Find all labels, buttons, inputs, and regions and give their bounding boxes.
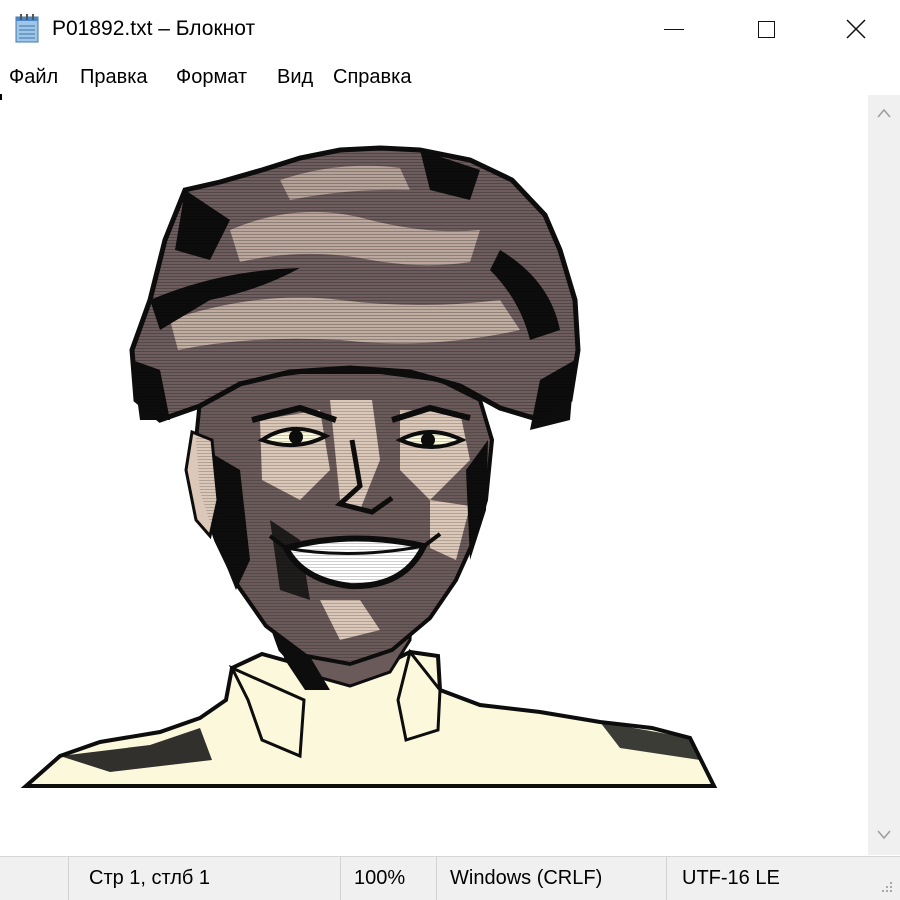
portrait-artwork bbox=[20, 145, 718, 788]
status-encoding: UTF-16 LE bbox=[682, 867, 780, 889]
minimize-icon bbox=[664, 28, 684, 30]
vertical-scrollbar[interactable] bbox=[868, 95, 900, 855]
chevron-up-icon[interactable] bbox=[876, 107, 892, 119]
resize-grip-icon[interactable] bbox=[876, 880, 894, 896]
menu-bar: Файл Правка Формат Вид Справка bbox=[0, 60, 900, 94]
text-caret bbox=[0, 94, 2, 100]
status-separator bbox=[68, 857, 69, 900]
status-line-endings: Windows (CRLF) bbox=[450, 867, 603, 889]
maximize-icon bbox=[757, 20, 775, 38]
status-separator bbox=[666, 857, 667, 900]
menu-file[interactable]: Файл bbox=[9, 65, 58, 89]
text-editor-area[interactable] bbox=[0, 95, 868, 855]
chevron-down-icon[interactable] bbox=[876, 829, 892, 841]
notepad-icon bbox=[15, 14, 39, 43]
close-button[interactable] bbox=[810, 0, 900, 58]
status-bar: Стр 1, стлб 1 100% Windows (CRLF) UTF-16… bbox=[0, 856, 900, 900]
title-bar[interactable]: P01892.txt – Блокнот bbox=[0, 0, 900, 58]
maximize-button[interactable] bbox=[720, 0, 812, 58]
menu-help[interactable]: Справка bbox=[333, 65, 411, 89]
minimize-button[interactable] bbox=[628, 0, 720, 58]
status-separator bbox=[340, 857, 341, 900]
status-zoom: 100% bbox=[354, 867, 406, 889]
window-title: P01892.txt – Блокнот bbox=[52, 17, 256, 40]
status-separator bbox=[436, 857, 437, 900]
status-cursor-position: Стр 1, стлб 1 bbox=[89, 867, 211, 889]
menu-format[interactable]: Формат bbox=[176, 65, 247, 89]
menu-edit[interactable]: Правка bbox=[80, 65, 148, 89]
menu-view[interactable]: Вид bbox=[277, 65, 313, 89]
close-icon bbox=[846, 19, 866, 39]
